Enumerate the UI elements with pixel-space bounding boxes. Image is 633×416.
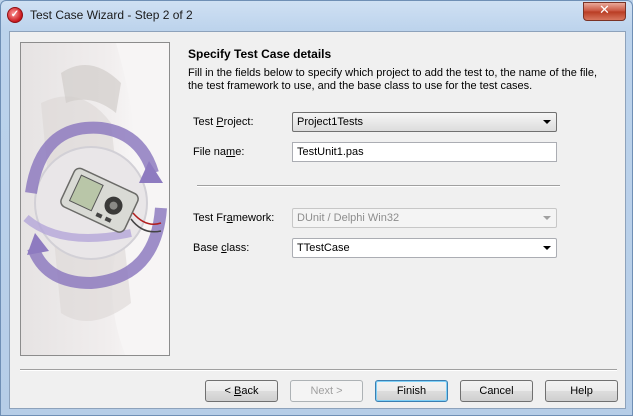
window-title: Test Case Wizard - Step 2 of 2 [30, 8, 193, 22]
back-button[interactable]: < Back [205, 380, 278, 402]
chevron-down-icon [543, 246, 551, 250]
test-framework-value: DUnit / Delphi Win32 [297, 212, 400, 224]
base-class-label: Base class: [193, 242, 250, 254]
file-name-value: TestUnit1.pas [297, 146, 364, 158]
wizard-side-image [20, 42, 170, 356]
page-heading: Specify Test Case details [188, 47, 332, 61]
close-button[interactable]: ✕ [583, 2, 626, 21]
app-icon: ✓ [7, 7, 23, 23]
help-button[interactable]: Help [545, 380, 618, 402]
test-project-dropdown[interactable]: Project1Tests [292, 112, 557, 132]
chevron-down-icon [543, 216, 551, 220]
footer-divider [20, 369, 617, 371]
title-bar[interactable]: ✓ Test Case Wizard - Step 2 of 2 ✕ [1, 1, 632, 31]
page-description: Fill in the fields below to specify whic… [188, 67, 598, 92]
base-class-value: TTestCase [297, 242, 350, 254]
wizard-client-area: Specify Test Case details Fill in the fi… [9, 31, 626, 409]
wizard-window: ✓ Test Case Wizard - Step 2 of 2 ✕ Speci… [0, 0, 633, 416]
section-divider [197, 185, 560, 187]
next-button: Next > [290, 380, 363, 402]
finish-button[interactable]: Finish [375, 380, 448, 402]
chevron-down-icon [543, 120, 551, 124]
test-framework-dropdown: DUnit / Delphi Win32 [292, 208, 557, 228]
file-name-label: File name: [193, 146, 245, 158]
cancel-button[interactable]: Cancel [460, 380, 533, 402]
file-name-input[interactable]: TestUnit1.pas [292, 142, 557, 162]
test-project-value: Project1Tests [297, 116, 364, 128]
test-framework-label: Test Framework: [193, 212, 275, 224]
test-project-label: Test Project: [193, 116, 254, 128]
base-class-combobox[interactable]: TTestCase [292, 238, 557, 258]
